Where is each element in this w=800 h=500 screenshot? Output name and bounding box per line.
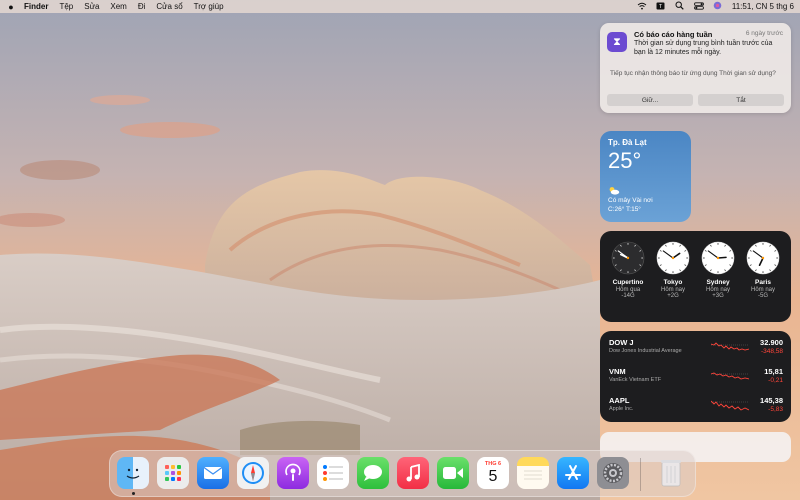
menu-edit[interactable]: Sửa [84,2,99,11]
dock-separator [640,458,641,491]
stock-price: 145,38 [760,396,783,405]
clock-city: Tokyo [663,279,683,286]
clock-city: Sydney [706,279,730,286]
notification-body: Thời gian sử dụng trung bình tuần trước … [634,40,773,56]
podcasts-icon[interactable] [277,457,309,489]
control-center-icon[interactable] [693,1,704,12]
weather-condition: Có mây Vài nơi [608,197,653,204]
weather-temperature: 25° [608,148,642,173]
stock-row[interactable]: VNM VanEck Vietnam ETF 15,81 -0,21 [609,367,783,389]
keep-button[interactable]: Giữ... [607,94,693,106]
stock-symbol: DOW J [609,338,634,347]
calendar-icon[interactable]: THG 6 5 [477,457,509,489]
clock-face-icon [611,241,645,275]
stock-name: Dow Jones Industrial Average [609,348,682,354]
calendar-day: 5 [488,467,498,485]
keyboard-icon[interactable]: T [656,2,666,12]
stock-symbol: VNM [609,367,626,376]
clock-item: Sydney Hôm nay +3G [696,241,740,299]
clock-center [626,256,630,260]
screen-time-icon: ⧗ [607,32,627,52]
clock-center [761,256,765,260]
stock-price: 15,81 [764,367,783,376]
stock-change: -5,83 [768,406,783,413]
clock-offset: +3G [712,293,724,299]
clock-offset: -5G [757,293,768,299]
weather-widget[interactable]: Tp. Đà Lạt 25° Có mây Vài nơi C:26° T:15… [600,131,691,222]
stock-change: -348,58 [760,348,783,355]
world-clock-widget[interactable]: Cupertino Hôm qua -14G Tokyo Hôm nay +2G… [600,231,791,322]
clock-item: Paris Hôm nay -5G [741,241,785,299]
stock-sparkline [711,400,749,411]
launchpad-icon[interactable] [157,457,189,489]
stock-row[interactable]: AAPL Apple Inc. 145,38 -5,83 [609,396,783,418]
menu-help[interactable]: Trợ giúp [194,2,224,11]
stock-sparkline [711,342,749,351]
stock-name: VanEck Vietnam ETF [609,377,662,383]
turn-off-button[interactable]: Tắt [698,94,784,106]
stocks-widget[interactable]: DOW J Dow Jones Industrial Average 32.90… [600,331,791,422]
status-area: T 11:51, CN 5 thg 6 [637,1,794,12]
menubar-clock[interactable]: 11:51, CN 5 thg 6 [732,2,794,11]
stock-change: -0,21 [768,377,783,384]
clock-offset: +2G [667,293,679,299]
clock-city: Cupertino [612,279,644,286]
menu-window[interactable]: Cửa sổ [156,2,182,11]
menu-view[interactable]: Xem [110,2,126,11]
stock-price: 32.900 [760,338,783,347]
clock-city: Paris [755,279,771,286]
music-icon[interactable] [397,457,429,489]
apple-icon[interactable]: ● [6,2,16,12]
clock-item: Cupertino Hôm qua -14G [606,241,650,299]
mail-icon[interactable] [197,457,229,489]
weather-range: C:26° T:15° [608,206,641,213]
notification-actions: Giữ... Tắt [607,94,784,106]
search-icon[interactable] [675,1,685,12]
clock-center [716,256,720,260]
wifi-icon[interactable] [637,2,647,12]
clock-face-icon [746,241,780,275]
calendar-month: THG 6 [484,460,502,467]
clock-item: Tokyo Hôm nay +2G [651,241,695,299]
reminders-icon[interactable] [317,457,349,489]
menu-go[interactable]: Đi [138,2,146,11]
clock-offset: -14G [621,293,635,299]
notification-time: 6 ngày trước [745,30,783,37]
app-store-icon[interactable] [557,457,589,489]
clock-face-icon [701,241,735,275]
stock-row[interactable]: DOW J Dow Jones Industrial Average 32.90… [609,338,783,360]
stock-symbol: AAPL [609,396,630,405]
notes-icon[interactable] [517,457,549,489]
dock: THG 6 5 [109,450,696,497]
system-preferences-icon[interactable] [597,457,629,489]
messages-icon[interactable] [357,457,389,489]
clock-center [671,256,675,260]
safari-icon[interactable] [237,457,269,489]
siri-icon[interactable] [713,1,723,12]
trash-icon[interactable] [655,457,687,489]
stock-sparkline [711,372,749,380]
finder-icon[interactable] [117,457,149,489]
notification-question: Tiếp tục nhận thông báo từ ứng dụng Thời… [610,70,776,77]
menu-app-name[interactable]: Finder [24,2,48,11]
menu-bar: ● Finder Tệp Sửa Xem Đi Cửa sổ Trợ giúp … [0,0,800,13]
partly-cloudy-icon [608,186,620,197]
facetime-icon[interactable] [437,457,469,489]
weather-city: Tp. Đà Lạt [608,138,647,147]
notification-title: Có báo cáo hàng tuần [634,30,713,39]
running-indicator [132,492,135,495]
clock-face-icon [656,241,690,275]
stock-name: Apple Inc. [609,406,634,412]
menu-file[interactable]: Tệp [59,2,73,11]
